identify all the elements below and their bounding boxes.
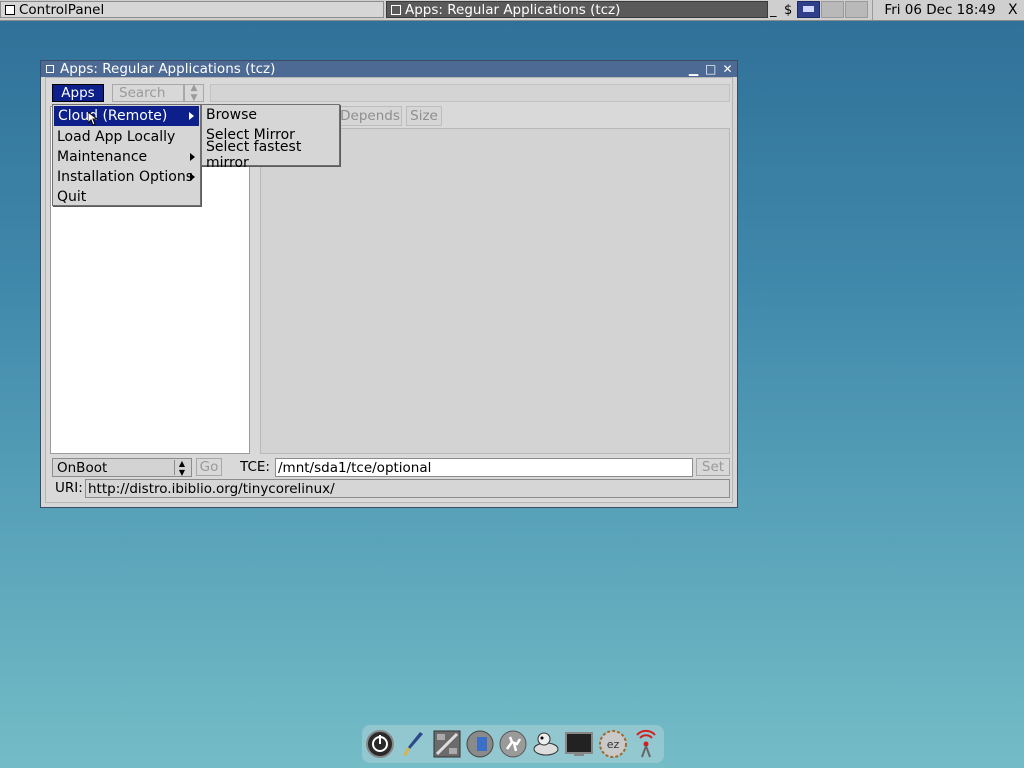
menu-item-label: Installation Options xyxy=(57,169,194,185)
close-icon[interactable]: X xyxy=(1008,0,1018,20)
menu-item-load-app-locally[interactable]: Load App Locally xyxy=(53,127,200,147)
maximize-button[interactable]: □ xyxy=(705,62,716,76)
menu-item-quit[interactable]: Quit xyxy=(53,187,200,207)
wifi-icon[interactable] xyxy=(631,729,661,759)
info-pane xyxy=(260,128,730,454)
menu-item-select-fastest-mirror[interactable]: Select fastest mirror xyxy=(202,139,339,171)
pager-desktop-2[interactable] xyxy=(821,1,844,18)
minimize-all-button[interactable]: _ xyxy=(770,0,777,20)
search-mode-spinner[interactable]: ▲ ▼ xyxy=(184,83,204,103)
install-mode-select[interactable]: OnBoot ▲ ▼ xyxy=(52,458,192,477)
taskbar: ControlPanel Apps: Regular Applications … xyxy=(0,0,1024,21)
uri-field[interactable]: http://distro.ibiblio.org/tinycorelinux/ xyxy=(85,479,730,498)
ez-text: ez xyxy=(606,738,619,751)
menu-item-label: Load App Locally xyxy=(57,129,176,145)
search-input[interactable] xyxy=(210,84,730,102)
minimize-button[interactable]: ▁ xyxy=(688,62,699,76)
pager-desktop-1[interactable] xyxy=(797,1,820,18)
terminal-icon[interactable] xyxy=(564,729,594,759)
menu-item-label: Maintenance xyxy=(57,149,148,165)
uri-label: URI: xyxy=(55,480,83,496)
menu-item-installation-options[interactable]: Installation Options xyxy=(53,167,200,187)
brush-icon[interactable] xyxy=(398,729,428,759)
submenu-arrow-icon xyxy=(190,153,195,161)
task-apps[interactable]: Apps: Regular Applications (tcz) xyxy=(386,1,768,18)
chevron-updown-icon[interactable]: ▲ ▼ xyxy=(174,459,189,477)
power-icon[interactable] xyxy=(365,729,395,759)
task-label: ControlPanel xyxy=(19,1,105,18)
go-button[interactable]: Go xyxy=(196,458,222,476)
window-titlebar[interactable]: Apps: Regular Applications (tcz) ▁ □ ✕ xyxy=(41,61,737,77)
window-icon xyxy=(5,4,15,15)
tab-depends[interactable]: Depends xyxy=(338,106,402,126)
menu-item-cloud-remote[interactable]: Cloud (Remote) xyxy=(54,106,199,126)
search-mode-button[interactable]: Search xyxy=(112,84,184,102)
submenu-arrow-icon xyxy=(190,173,195,181)
cloud-submenu: Browse Select Mirror Select fastest mirr… xyxy=(201,104,340,171)
run-icon[interactable] xyxy=(498,729,528,759)
close-button[interactable]: ✕ xyxy=(722,62,733,76)
menu-item-maintenance[interactable]: Maintenance xyxy=(53,147,200,167)
tab-size[interactable]: Size xyxy=(406,106,442,126)
control-panel-icon[interactable] xyxy=(432,729,462,759)
pager-desktop-3[interactable] xyxy=(845,1,868,18)
set-button[interactable]: Set xyxy=(696,458,730,476)
menu-item-label: Quit xyxy=(57,189,87,205)
desktop-pager xyxy=(797,1,868,18)
window-title: Apps: Regular Applications (tcz) xyxy=(60,61,276,77)
menu-item-browse[interactable]: Browse xyxy=(202,105,339,125)
apps-dropdown-menu: Cloud (Remote) Load App Locally Maintena… xyxy=(52,104,201,206)
tce-path-field[interactable]: /mnt/sda1/tce/optional xyxy=(275,458,693,477)
submenu-arrow-icon xyxy=(189,112,194,120)
menu-item-label: Cloud (Remote) xyxy=(58,108,168,124)
apps-icon[interactable] xyxy=(531,729,561,759)
task-controlpanel[interactable]: ControlPanel xyxy=(0,1,384,18)
window-menu-icon[interactable] xyxy=(46,65,54,73)
terminal-tray-icon[interactable]: $ xyxy=(784,0,792,20)
window-icon xyxy=(391,4,401,15)
clock: Fri 06 Dec 18:49 xyxy=(872,0,1007,20)
apps-menu-button[interactable]: Apps xyxy=(52,84,104,102)
dock: ez xyxy=(362,725,664,763)
install-mode-value: OnBoot xyxy=(57,459,108,476)
ezremaster-icon[interactable]: ez xyxy=(598,729,628,759)
task-label: Apps: Regular Applications (tcz) xyxy=(405,1,621,18)
mount-icon[interactable] xyxy=(465,729,495,759)
tce-label: TCE: xyxy=(240,459,270,475)
mouse-cursor-icon xyxy=(88,112,98,126)
